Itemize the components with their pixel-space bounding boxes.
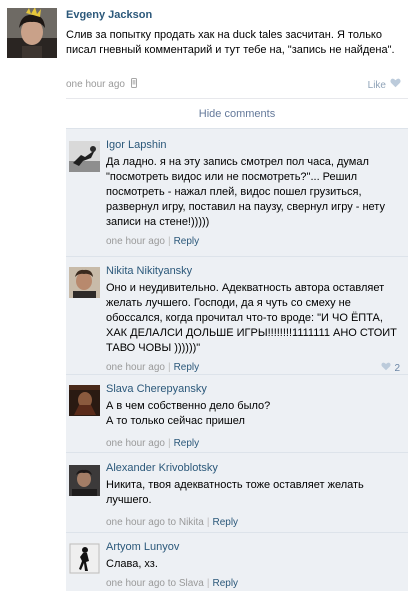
comment-meta: one hour ago | Reply — [106, 362, 199, 373]
comment-text: Слава, хз. — [106, 558, 158, 570]
comment-author-avatar[interactable] — [69, 267, 100, 298]
comment-text: Оно и неудивительно. Адекватность автора… — [106, 282, 397, 354]
reply-link[interactable]: Reply — [212, 517, 238, 528]
reply-link[interactable]: Reply — [174, 438, 200, 449]
comment-author-avatar[interactable] — [69, 543, 100, 574]
separator: | — [167, 236, 171, 247]
comment-author-name[interactable]: Igor Lapshin — [106, 139, 167, 151]
reply-to-link[interactable]: to Nikita — [168, 517, 204, 528]
separator: | — [167, 438, 171, 449]
reply-to-link[interactable]: to Slava — [168, 578, 204, 589]
reply-link[interactable]: Reply — [212, 578, 238, 589]
comment-text: Да ладно. я на эту запись смотрел пол ча… — [106, 156, 385, 228]
comment-time[interactable]: one hour ago — [106, 438, 165, 449]
comment-text-line: А то только сейчас пришел — [106, 415, 245, 427]
comment-author-avatar[interactable] — [69, 465, 100, 496]
comment-author-name[interactable]: Alexander Krivoblotsky — [106, 462, 218, 474]
comment-meta: one hour ago | Reply — [106, 438, 199, 449]
comment-meta: one hour ago | Reply — [106, 236, 199, 247]
comment-item: Alexander Krivoblotsky Никита, твоя адек… — [66, 452, 408, 532]
comment-time[interactable]: one hour ago — [106, 362, 165, 373]
reply-link[interactable]: Reply — [174, 236, 200, 247]
comment-time[interactable]: one hour ago — [106, 236, 165, 247]
comment-author-name[interactable]: Nikita Nikityansky — [106, 265, 192, 277]
comment-author-avatar[interactable] — [69, 385, 100, 416]
comment-author-avatar[interactable] — [69, 141, 100, 172]
comment-like-button[interactable]: 2 — [381, 362, 400, 374]
comment-time[interactable]: one hour ago — [106, 517, 165, 528]
wall-post: Evgeny Jackson Слив за попытку продать х… — [0, 0, 413, 98]
separator: | — [206, 517, 210, 528]
like-label: Like — [367, 80, 386, 91]
comment-item: Slava Cherepyansky А в чем собственно де… — [66, 374, 408, 452]
comment-item: Nikita Nikityansky Оно и неудивительно. … — [66, 256, 408, 374]
comment-time[interactable]: one hour ago — [106, 578, 165, 589]
post-author-avatar[interactable] — [7, 8, 57, 58]
comment-item: Artyom Lunyov Слава, хз. one hour ago to… — [66, 532, 408, 591]
separator: | — [206, 578, 210, 589]
heart-icon — [390, 78, 401, 91]
heart-icon — [381, 362, 391, 374]
hide-comments-link[interactable]: Hide comments — [66, 98, 408, 128]
comment-item: Igor Lapshin Да ладно. я на эту запись с… — [66, 128, 408, 258]
comment-author-name[interactable]: Slava Cherepyansky — [106, 383, 207, 395]
post-meta: one hour ago — [66, 78, 137, 91]
post-text: Слив за попытку продать хак на duck tale… — [66, 29, 395, 56]
comment-text-line: А в чем собственно дело было? — [106, 400, 271, 412]
comment-meta: one hour ago to Nikita | Reply — [106, 517, 238, 528]
comments-list: Igor Lapshin Да ладно. я на эту запись с… — [66, 128, 408, 591]
like-button[interactable]: Like — [368, 78, 401, 91]
comment-text: А в чем собственно дело было? А то тольк… — [106, 399, 401, 429]
mobile-phone-icon — [130, 78, 137, 91]
comment-meta: one hour ago to Slava | Reply — [106, 578, 238, 589]
post-time[interactable]: one hour ago — [66, 79, 125, 90]
comment-like-count: 2 — [394, 363, 400, 374]
comment-author-name[interactable]: Artyom Lunyov — [106, 541, 179, 553]
reply-link[interactable]: Reply — [174, 362, 200, 373]
post-author-name[interactable]: Evgeny Jackson — [66, 9, 152, 21]
comment-text: Никита, твоя адекватность тоже оставляет… — [106, 479, 364, 506]
separator: | — [167, 362, 171, 373]
